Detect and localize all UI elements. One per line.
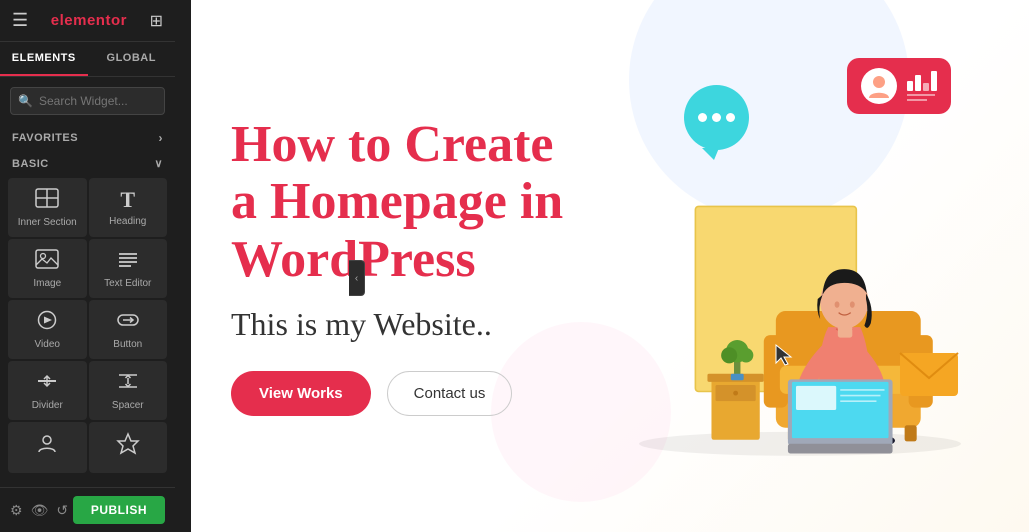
favorites-label: FAVORITES: [12, 132, 78, 144]
sidebar-collapse-handle[interactable]: ‹: [349, 260, 365, 296]
widget-image[interactable]: Image: [8, 239, 87, 298]
video-label: Video: [35, 339, 60, 351]
envelope-icon: [899, 352, 959, 402]
widget-divider[interactable]: Divider: [8, 361, 87, 420]
favorites-chevron: ›: [159, 131, 164, 145]
sidebar-footer: ⚙ 👁 ↺ PUBLISH: [0, 487, 175, 532]
main-content: How to Create a Homepage in WordPress Th…: [191, 0, 1029, 532]
undo-icon[interactable]: ↺: [56, 502, 68, 519]
search-box: 🔍: [10, 87, 165, 115]
illustration-area: [631, 40, 969, 492]
widget-inner-section[interactable]: Inner Section: [8, 178, 87, 237]
button-label: Button: [113, 339, 142, 351]
image-label: Image: [33, 278, 61, 290]
icon1-icon: [35, 432, 59, 460]
spacer-label: Spacer: [112, 400, 144, 412]
hamburger-icon[interactable]: ☰: [12, 10, 28, 31]
mouse-cursor: [774, 343, 794, 372]
text-area: How to Create a Homepage in WordPress Th…: [231, 116, 611, 416]
main-heading: How to Create a Homepage in WordPress: [231, 116, 611, 288]
widget-button[interactable]: Button: [89, 300, 168, 359]
widget-heading[interactable]: T Heading: [89, 178, 168, 237]
analytics-badge: [847, 58, 951, 114]
favorites-section[interactable]: FAVORITES ›: [0, 125, 175, 151]
basic-label: BASIC: [12, 158, 49, 170]
image-icon: [35, 249, 59, 273]
basic-chevron: ∨: [154, 157, 163, 170]
grid-icon[interactable]: ⊞: [150, 11, 163, 31]
contact-us-button[interactable]: Contact us: [387, 371, 513, 416]
inner-section-icon: [35, 188, 59, 212]
sub-heading: This is my Website..: [231, 306, 611, 343]
view-works-button[interactable]: View Works: [231, 371, 371, 416]
icon2-icon: [116, 432, 140, 460]
widget-video[interactable]: Video: [8, 300, 87, 359]
widget-icon2[interactable]: [89, 422, 168, 473]
sidebar: ☰ elementor ⊞ ELEMENTS GLOBAL 🔍 FAVORITE…: [0, 0, 175, 532]
widget-text-editor[interactable]: Text Editor: [89, 239, 168, 298]
footer-icons: ⚙ 👁 ↺: [10, 502, 68, 519]
button-icon: [116, 310, 140, 334]
spacer-icon: [116, 371, 140, 395]
divider-icon: [35, 371, 59, 395]
video-icon: [35, 310, 59, 334]
sidebar-header: ☰ elementor ⊞: [0, 0, 175, 42]
tab-elements[interactable]: ELEMENTS: [0, 42, 88, 76]
eye-icon[interactable]: 👁: [31, 502, 49, 519]
tab-global[interactable]: GLOBAL: [88, 42, 176, 76]
publish-button[interactable]: PUBLISH: [73, 496, 165, 524]
page-preview: How to Create a Homepage in WordPress Th…: [191, 0, 1029, 532]
heading-label: Heading: [109, 216, 146, 228]
text-editor-icon: [116, 249, 140, 273]
widget-spacer[interactable]: Spacer: [89, 361, 168, 420]
search-input[interactable]: [10, 87, 165, 115]
text-editor-label: Text Editor: [104, 278, 151, 290]
divider-label: Divider: [32, 400, 63, 412]
widgets-grid: Inner Section T Heading Image: [0, 174, 175, 477]
basic-section-header[interactable]: BASIC ∨: [0, 151, 175, 174]
button-group: View Works Contact us: [231, 371, 611, 416]
widget-icon1[interactable]: [8, 422, 87, 473]
heading-icon: T: [120, 189, 135, 211]
illustration-svg: [631, 122, 969, 492]
chat-bubble: [684, 85, 749, 150]
sidebar-tabs: ELEMENTS GLOBAL: [0, 42, 175, 77]
inner-section-label: Inner Section: [18, 217, 77, 229]
collapse-icon: ‹: [355, 273, 358, 284]
elementor-logo: elementor: [51, 12, 127, 29]
search-icon: 🔍: [18, 94, 33, 108]
settings-icon[interactable]: ⚙: [10, 502, 23, 519]
